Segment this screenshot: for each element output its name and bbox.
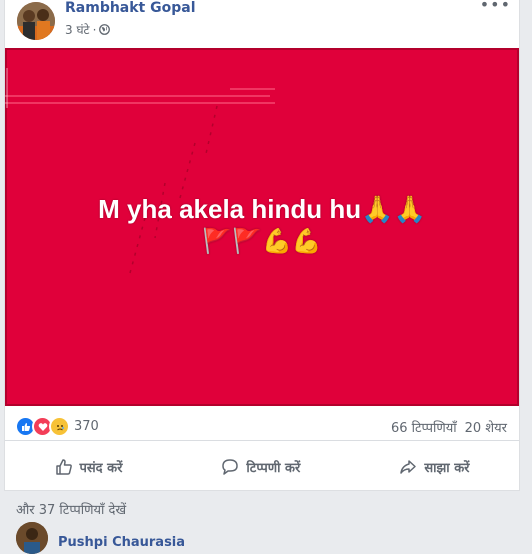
comment-label: टिप्पणी करें: [246, 461, 301, 476]
commenter-name[interactable]: Pushpi Chaurasia: [58, 535, 185, 550]
share-count[interactable]: 20 शेयर: [465, 418, 507, 436]
image-caption: M yha akela hindu hu🙏🙏 🚩🚩💪💪: [5, 194, 519, 256]
view-more-comments[interactable]: और 37 टिप्पणियाँ देखें: [16, 500, 126, 518]
image-caption-line2: 🚩🚩💪💪: [202, 228, 322, 255]
thumbs-up-icon: [55, 459, 72, 475]
reactions-summary[interactable]: 370: [15, 416, 99, 437]
author-name[interactable]: Rambhakt Gopal: [65, 0, 196, 16]
share-label: साझा करें: [424, 461, 470, 476]
author-avatar[interactable]: [17, 2, 55, 40]
commenter-avatar[interactable]: [16, 522, 48, 554]
post-stats: 370 66 टिप्पणियाँ 20 शेयर: [5, 410, 519, 441]
like-label: पसंद करें: [79, 461, 123, 476]
comment-item: Pushpi Chaurasia: [16, 522, 185, 554]
post-meta: 3 घंटे ·: [65, 21, 111, 38]
post-card: Rambhakt Gopal 3 घंटे · ••• M yha akela …: [4, 0, 520, 491]
post-image[interactable]: M yha akela hindu hu🙏🙏 🚩🚩💪💪: [5, 48, 519, 406]
comment-count[interactable]: 66 टिप्पणियाँ: [391, 418, 457, 436]
comment-button[interactable]: टिप्पणी करें: [221, 458, 300, 476]
reaction-count[interactable]: 370: [74, 419, 99, 434]
share-icon: [400, 460, 417, 474]
post-header: Rambhakt Gopal 3 घंटे · •••: [5, 0, 519, 46]
post-time[interactable]: 3 घंटे: [65, 21, 90, 38]
sad-reaction-icon: [49, 416, 70, 437]
image-caption-line1: M yha akela hindu hu🙏🙏: [98, 194, 426, 224]
more-options-icon[interactable]: •••: [480, 0, 511, 13]
globe-icon: [99, 24, 111, 35]
share-button[interactable]: साझा करें: [399, 458, 470, 476]
stats-right: 66 टिप्पणियाँ 20 शेयर: [391, 418, 507, 436]
meta-separator: ·: [92, 22, 97, 37]
post-actions: पसंद करें टिप्पणी करें साझा करें: [5, 448, 519, 486]
comment-icon: [222, 459, 239, 475]
like-button[interactable]: पसंद करें: [55, 458, 123, 476]
